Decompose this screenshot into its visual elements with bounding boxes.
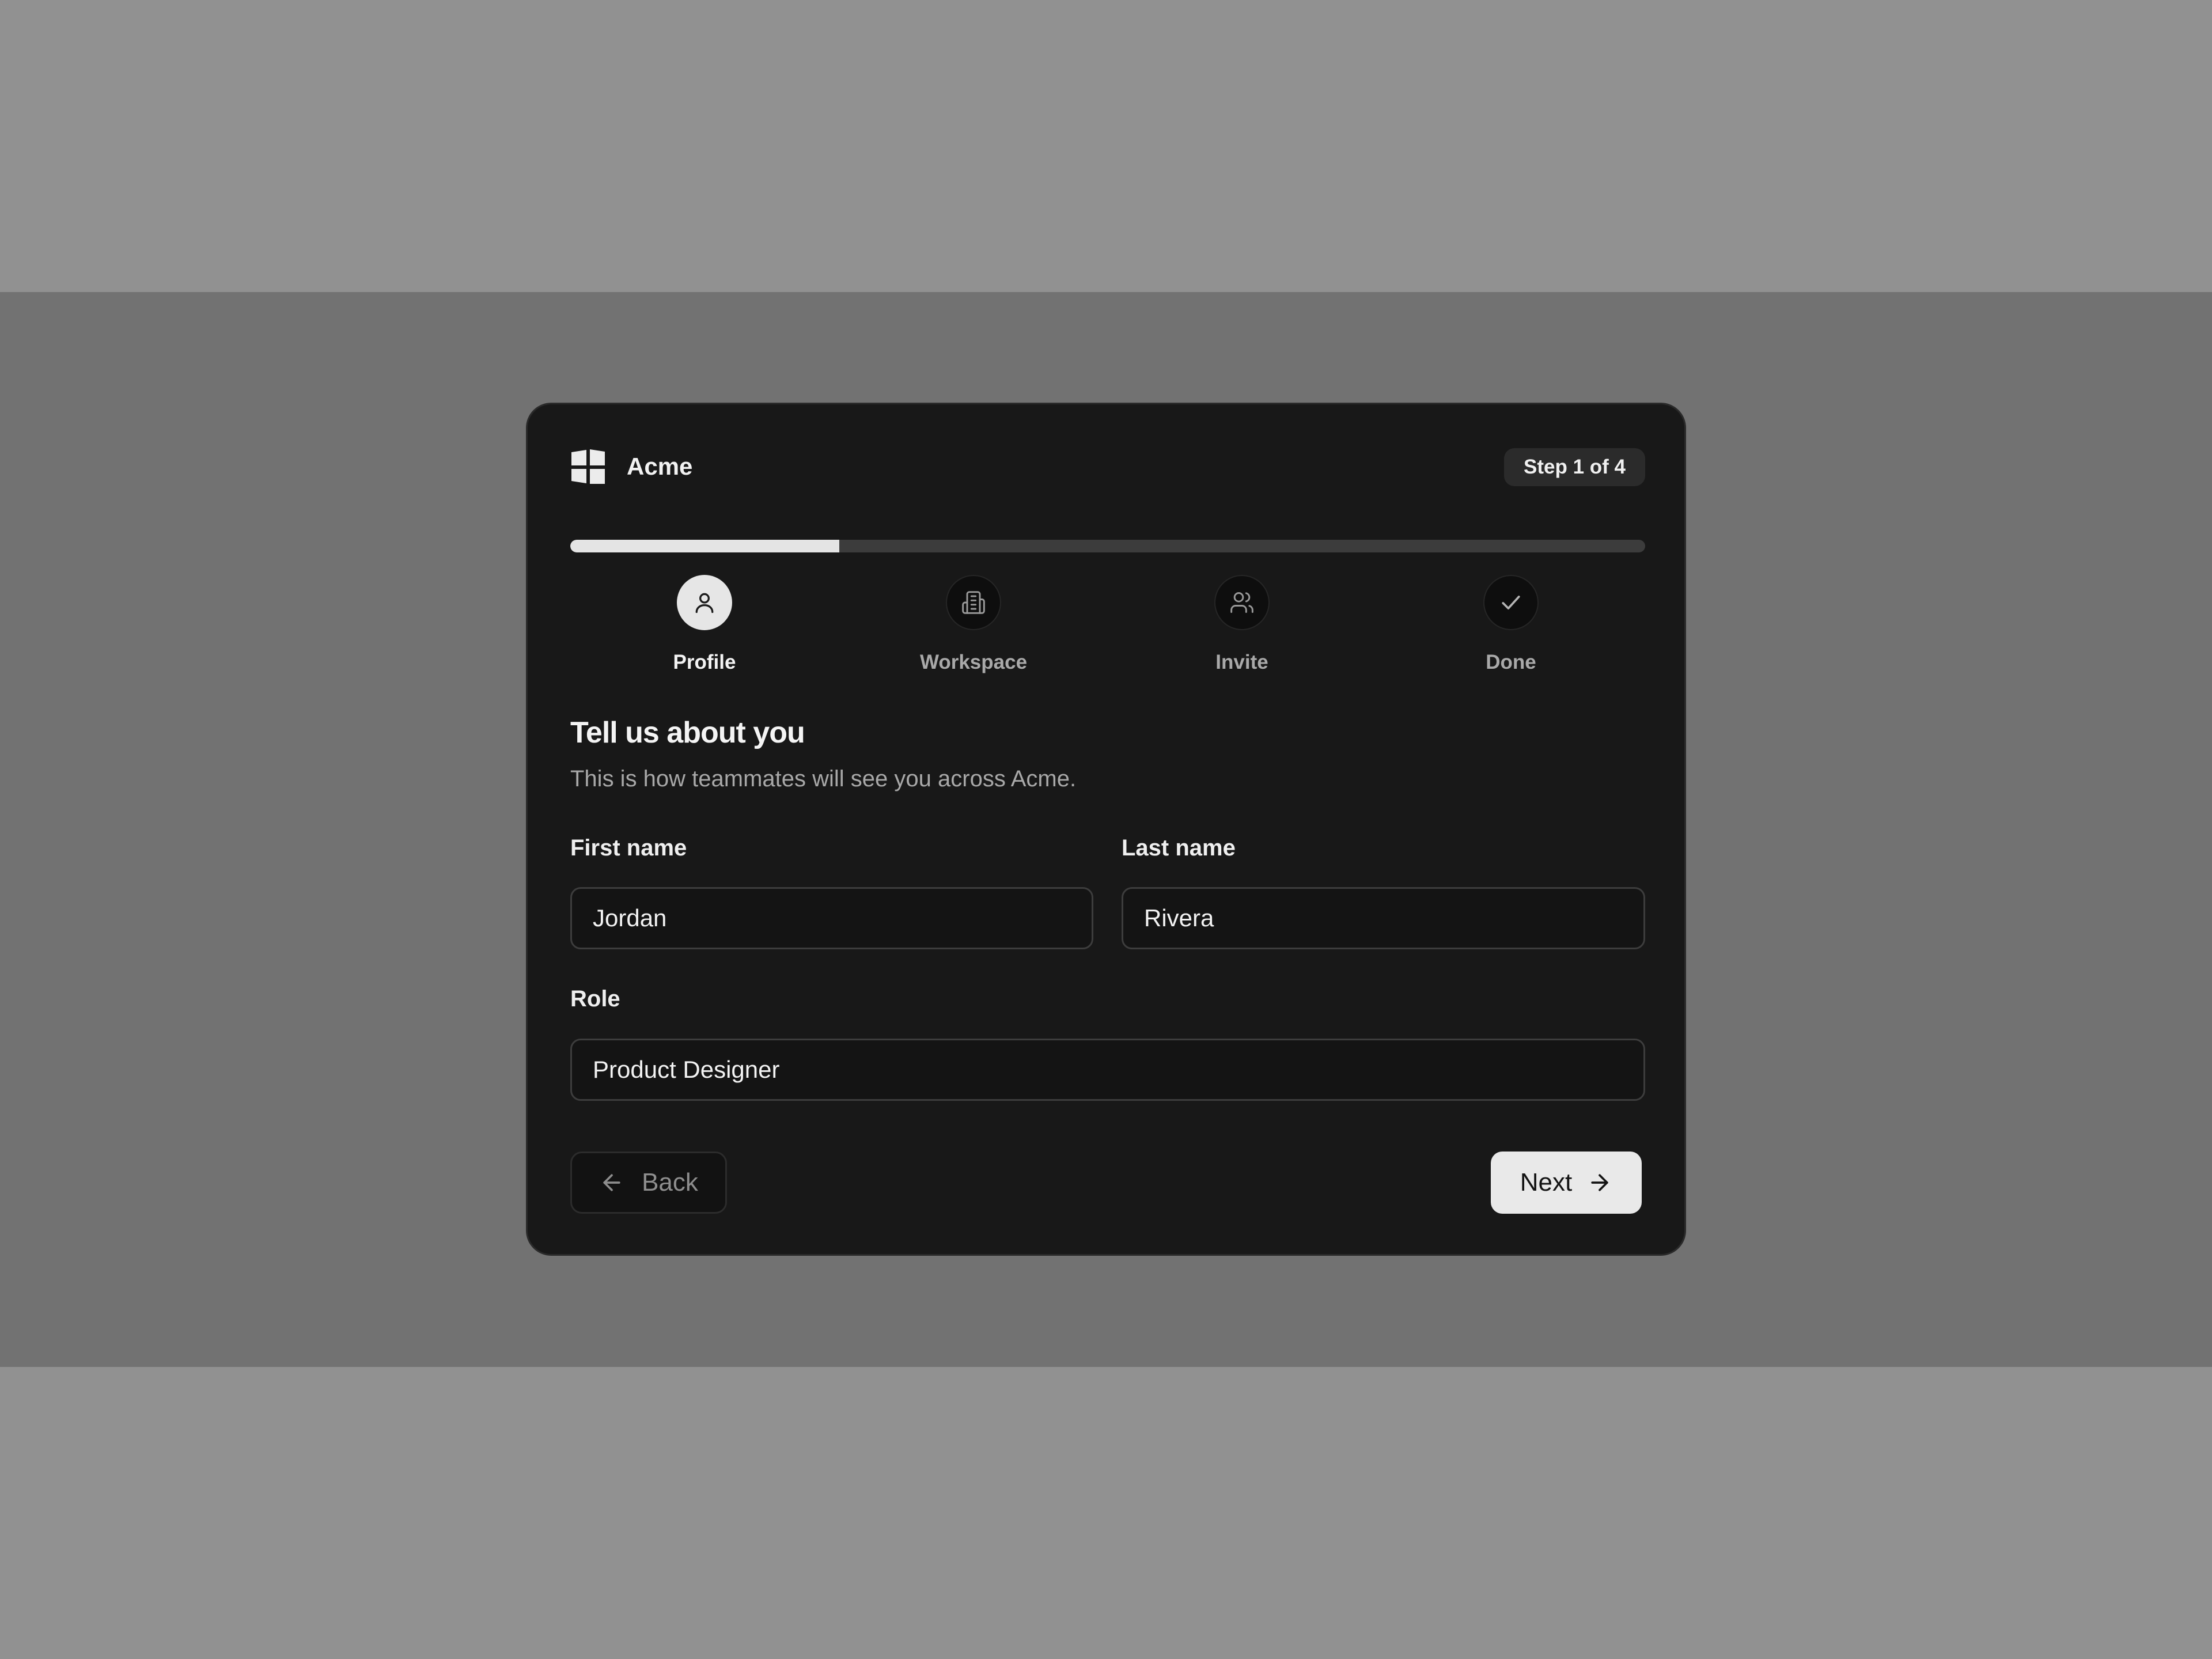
form-title: Tell us about you bbox=[570, 716, 805, 749]
brand-name: Acme bbox=[627, 453, 693, 480]
step-counter-badge: Step 1 of 4 bbox=[1504, 448, 1645, 486]
stepper: Profile Workspace Invite Done bbox=[570, 575, 1645, 679]
step-workspace[interactable]: Workspace bbox=[839, 575, 1108, 674]
arrow-left-icon bbox=[603, 1174, 620, 1191]
acme-logo-icon bbox=[571, 449, 605, 484]
first-name-input[interactable] bbox=[570, 887, 1093, 949]
onboarding-card: Acme Step 1 of 4 Profile Workspace Invit… bbox=[526, 403, 1686, 1256]
brand: Acme bbox=[570, 448, 692, 485]
arrow-right-icon bbox=[1591, 1174, 1608, 1191]
step-profile-circle bbox=[677, 575, 732, 630]
back-button[interactable]: Back bbox=[570, 1152, 727, 1214]
step-profile-label: Profile bbox=[673, 651, 736, 673]
step-invite[interactable]: Invite bbox=[1108, 575, 1376, 674]
user-icon bbox=[695, 593, 714, 613]
step-workspace-circle bbox=[946, 575, 1001, 630]
step-done-label: Done bbox=[1486, 651, 1536, 673]
step-done[interactable]: Done bbox=[1377, 575, 1645, 674]
progress-bar bbox=[570, 540, 1645, 552]
step-invite-circle bbox=[1214, 575, 1270, 630]
users-icon bbox=[1230, 592, 1253, 613]
step-invite-label: Invite bbox=[1215, 651, 1268, 673]
progress-fill bbox=[570, 540, 839, 552]
last-name-label: Last name bbox=[1122, 835, 1236, 861]
check-icon bbox=[1502, 596, 1520, 609]
role-input[interactable] bbox=[570, 1039, 1645, 1101]
step-workspace-label: Workspace bbox=[919, 651, 1028, 673]
card-header: Acme Step 1 of 4 bbox=[570, 448, 1645, 486]
step-profile[interactable]: Profile bbox=[570, 575, 839, 674]
step-done-circle bbox=[1483, 575, 1539, 630]
next-button-label: Next bbox=[1520, 1168, 1573, 1196]
next-button[interactable]: Next bbox=[1491, 1152, 1642, 1214]
role-label: Role bbox=[570, 986, 620, 1012]
first-name-label: First name bbox=[570, 835, 687, 861]
back-button-label: Back bbox=[642, 1168, 698, 1196]
last-name-input[interactable] bbox=[1122, 887, 1645, 949]
form-subtitle: This is how teammates will see you acros… bbox=[570, 766, 1077, 791]
building-icon bbox=[962, 591, 985, 614]
